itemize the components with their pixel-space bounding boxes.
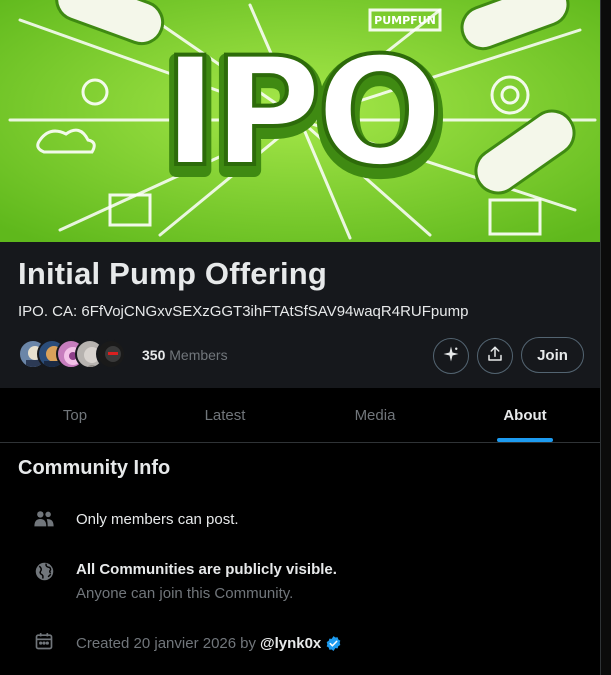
tab-label: Media (354, 406, 396, 424)
tab-media[interactable]: Media (300, 388, 450, 442)
visibility-subtext: Anyone can join this Community. (76, 585, 294, 602)
visibility-title: All Communities are publicly visible. (76, 561, 337, 578)
tab-top[interactable]: Top (0, 388, 150, 442)
community-title: Initial Pump Offering (18, 256, 328, 291)
community-tabs: Top Latest Media About (0, 388, 600, 443)
member-count[interactable]: 350 Members (142, 347, 228, 363)
created-by-label: by (240, 635, 256, 652)
tab-label: About (503, 406, 547, 424)
community-banner: IPO IPO PUMPFUN (0, 0, 600, 242)
banner-sign-text: PUMPFUN (374, 14, 436, 27)
sparkle-icon (442, 345, 460, 368)
member-avatars[interactable] (18, 339, 130, 371)
verified-badge-icon (325, 635, 342, 652)
window-right-edge (600, 0, 611, 675)
share-icon (486, 345, 504, 368)
grok-sparkle-button[interactable] (433, 338, 469, 374)
people-icon (32, 507, 56, 531)
post-rule-text: Only members can post. (76, 511, 239, 528)
active-tab-indicator (497, 438, 553, 442)
community-info-section: Community Info Only members can post. Al… (0, 443, 600, 675)
tab-label: Top (62, 406, 88, 424)
tab-label: Latest (204, 406, 246, 424)
community-info-heading: Community Info (18, 457, 171, 479)
calendar-icon (32, 629, 56, 653)
member-count-label: Members (169, 347, 228, 363)
avatar[interactable] (96, 339, 126, 369)
created-date: Created 20 janvier 2026 (76, 635, 237, 652)
join-button[interactable]: Join (521, 337, 584, 373)
community-page: IPO IPO PUMPFUN Initial Pump Offering IP… (0, 0, 600, 675)
banner-illustration: IPO IPO PUMPFUN (0, 0, 600, 242)
tab-latest[interactable]: Latest (150, 388, 300, 442)
community-description: IPO. CA: 6FfVojCNGxvSEXzGGT3ihFTAtSfSAV9… (18, 303, 469, 320)
globe-icon (32, 559, 56, 583)
created-info: Created 20 janvier 2026 by @lynk0x (76, 635, 342, 652)
banner-ipo-text: IPO (162, 26, 437, 200)
creator-handle-link[interactable]: @lynk0x (260, 635, 321, 652)
community-header: Initial Pump Offering IPO. CA: 6FfVojCNG… (0, 242, 600, 388)
share-button[interactable] (477, 338, 513, 374)
tab-about[interactable]: About (450, 388, 600, 442)
member-count-number: 350 (142, 347, 166, 363)
